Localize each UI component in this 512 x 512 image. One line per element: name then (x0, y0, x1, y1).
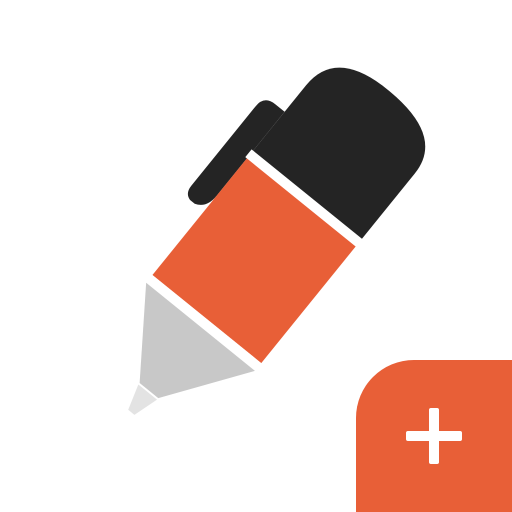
add-button[interactable] (356, 360, 512, 512)
app-icon (0, 0, 512, 512)
plus-icon (406, 408, 462, 464)
